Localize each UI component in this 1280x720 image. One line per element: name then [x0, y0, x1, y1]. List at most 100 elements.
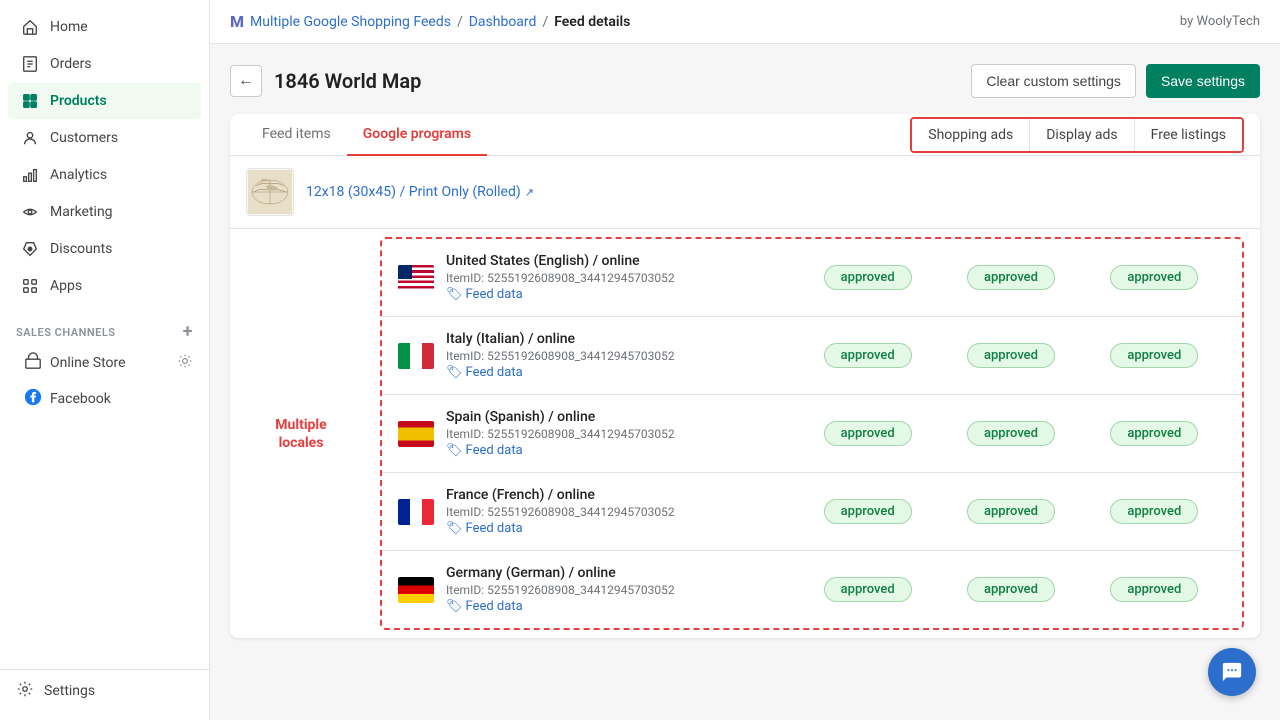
display-ads-badge-de: approved [967, 577, 1055, 602]
table-row: United States (English) / online ItemID:… [382, 239, 1242, 317]
orders-icon [20, 54, 40, 74]
flag-de [398, 577, 434, 603]
sidebar-item-facebook[interactable]: Facebook [4, 382, 205, 416]
shopping-ads-badge-de: approved [824, 577, 912, 602]
table-row: Spain (Spanish) / online ItemID: 5255192… [382, 395, 1242, 473]
settings-label: Settings [44, 683, 95, 699]
breadcrumb-current: Feed details [554, 14, 630, 30]
breadcrumb-section[interactable]: Dashboard [469, 14, 537, 30]
settings-icon [16, 680, 34, 702]
sidebar-item-facebook-label: Facebook [50, 391, 111, 407]
topbar: M Multiple Google Shopping Feeds / Dashb… [210, 0, 1280, 44]
tag-icon-de: 🏷 [446, 599, 463, 614]
external-link-icon: ↗ [525, 186, 534, 199]
page: ← 1846 World Map Clear custom settings S… [210, 44, 1280, 720]
breadcrumb-app[interactable]: Multiple Google Shopping Feeds [250, 14, 451, 30]
feed-id-es: ItemID: 5255192608908_34412945703052 [446, 427, 796, 441]
tab-feed-items[interactable]: Feed items [246, 114, 347, 156]
save-settings-button[interactable]: Save settings [1146, 64, 1260, 98]
sidebar: Home Orders Products Customers Analytics [0, 0, 210, 720]
feed-data-link-us[interactable]: 🏷 Feed data [446, 287, 796, 302]
free-listings-badge-fr: approved [1110, 499, 1198, 524]
feed-info-us: United States (English) / online ItemID:… [446, 253, 796, 302]
main-content: M Multiple Google Shopping Feeds / Dashb… [210, 0, 1280, 720]
sidebar-item-apps[interactable]: Apps [8, 268, 201, 304]
sidebar-item-discounts[interactable]: Discounts [8, 231, 201, 267]
tab-shopping-ads[interactable]: Shopping ads [912, 119, 1030, 151]
tabs-row: Feed items Google programs Shopping ads … [230, 114, 1260, 156]
feed-badges-it: approved approved approved [796, 343, 1226, 368]
sidebar-item-analytics[interactable]: Analytics [8, 157, 201, 193]
flag-fr [398, 499, 434, 525]
flag-es [398, 421, 434, 447]
sidebar-item-apps-label: Apps [50, 278, 82, 294]
discounts-icon [20, 239, 40, 259]
feed-id-it: ItemID: 5255192608908_34412945703052 [446, 349, 796, 363]
feed-name-fr: France (French) / online [446, 487, 796, 503]
store-icon [24, 352, 42, 374]
back-button[interactable]: ← [230, 65, 262, 97]
sidebar-item-online-store-label: Online Store [50, 355, 126, 371]
add-sales-channel-button[interactable]: + [183, 323, 193, 341]
feed-badges-us: approved approved approved [796, 265, 1226, 290]
sidebar-item-customers[interactable]: Customers [8, 120, 201, 156]
sidebar-item-settings[interactable]: Settings [0, 669, 209, 712]
free-listings-badge-it: approved [1110, 343, 1198, 368]
by-label: by WoolyTech [1180, 14, 1260, 29]
tag-icon-es: 🏷 [446, 443, 463, 458]
product-link[interactable]: 12x18 (30x45) / Print Only (Rolled) ↗ [306, 184, 534, 200]
feed-info-it: Italy (Italian) / online ItemID: 5255192… [446, 331, 796, 380]
feed-data-link-es[interactable]: 🏷 Feed data [446, 443, 796, 458]
feed-data-link-fr[interactable]: 🏷 Feed data [446, 521, 796, 536]
sidebar-item-products-label: Products [50, 93, 107, 109]
analytics-icon [20, 165, 40, 185]
feed-badges-de: approved approved approved [796, 577, 1226, 602]
breadcrumb-sep1: / [457, 14, 463, 30]
flag-it [398, 343, 434, 369]
multiple-locales-label: Multiplelocales [246, 415, 356, 451]
feed-info-fr: France (French) / online ItemID: 5255192… [446, 487, 796, 536]
tab-google-programs[interactable]: Google programs [347, 114, 487, 156]
feed-name-us: United States (English) / online [446, 253, 796, 269]
sidebar-item-orders-label: Orders [50, 56, 92, 72]
tag-icon-fr: 🏷 [446, 521, 463, 536]
flag-us [398, 265, 434, 291]
feed-name-de: Germany (German) / online [446, 565, 796, 581]
google-programs-subtabs: Shopping ads Display ads Free listings [910, 117, 1244, 153]
shopping-ads-badge-fr: approved [824, 499, 912, 524]
table-row: France (French) / online ItemID: 5255192… [382, 473, 1242, 551]
marketing-icon [20, 202, 40, 222]
sales-channels-section: SALES CHANNELS + [0, 313, 209, 345]
display-ads-badge-it: approved [967, 343, 1055, 368]
tab-free-listings[interactable]: Free listings [1135, 119, 1242, 151]
sidebar-item-orders[interactable]: Orders [8, 46, 201, 82]
tab-display-ads[interactable]: Display ads [1030, 119, 1134, 151]
clear-custom-settings-button[interactable]: Clear custom settings [971, 64, 1136, 98]
configure-online-store-icon[interactable] [177, 353, 193, 373]
tag-icon-us: 🏷 [446, 287, 463, 302]
sidebar-item-online-store[interactable]: Online Store [4, 346, 205, 380]
products-icon [20, 91, 40, 111]
feed-info-de: Germany (German) / online ItemID: 525519… [446, 565, 796, 614]
feed-info-es: Spain (Spanish) / online ItemID: 5255192… [446, 409, 796, 458]
feed-data-link-de[interactable]: 🏷 Feed data [446, 599, 796, 614]
sidebar-item-home[interactable]: Home [8, 9, 201, 45]
locales-bordered-container: United States (English) / online ItemID:… [380, 237, 1244, 630]
table-row: Germany (German) / online ItemID: 525519… [382, 551, 1242, 628]
feed-data-link-it[interactable]: 🏷 Feed data [446, 365, 796, 380]
sidebar-item-products[interactable]: Products [8, 83, 201, 119]
chat-button[interactable] [1208, 648, 1256, 696]
sidebar-item-home-label: Home [50, 19, 88, 35]
home-icon [20, 17, 40, 37]
free-listings-badge-de: approved [1110, 577, 1198, 602]
app-logo: M [230, 12, 244, 31]
sidebar-item-marketing[interactable]: Marketing [8, 194, 201, 230]
display-ads-badge-fr: approved [967, 499, 1055, 524]
tag-icon-it: 🏷 [446, 365, 463, 380]
free-listings-badge-us: approved [1110, 265, 1198, 290]
shopping-ads-badge-es: approved [824, 421, 912, 446]
breadcrumb: M Multiple Google Shopping Feeds / Dashb… [230, 12, 630, 31]
shopping-ads-badge-us: approved [824, 265, 912, 290]
feed-name-es: Spain (Spanish) / online [446, 409, 796, 425]
apps-icon [20, 276, 40, 296]
